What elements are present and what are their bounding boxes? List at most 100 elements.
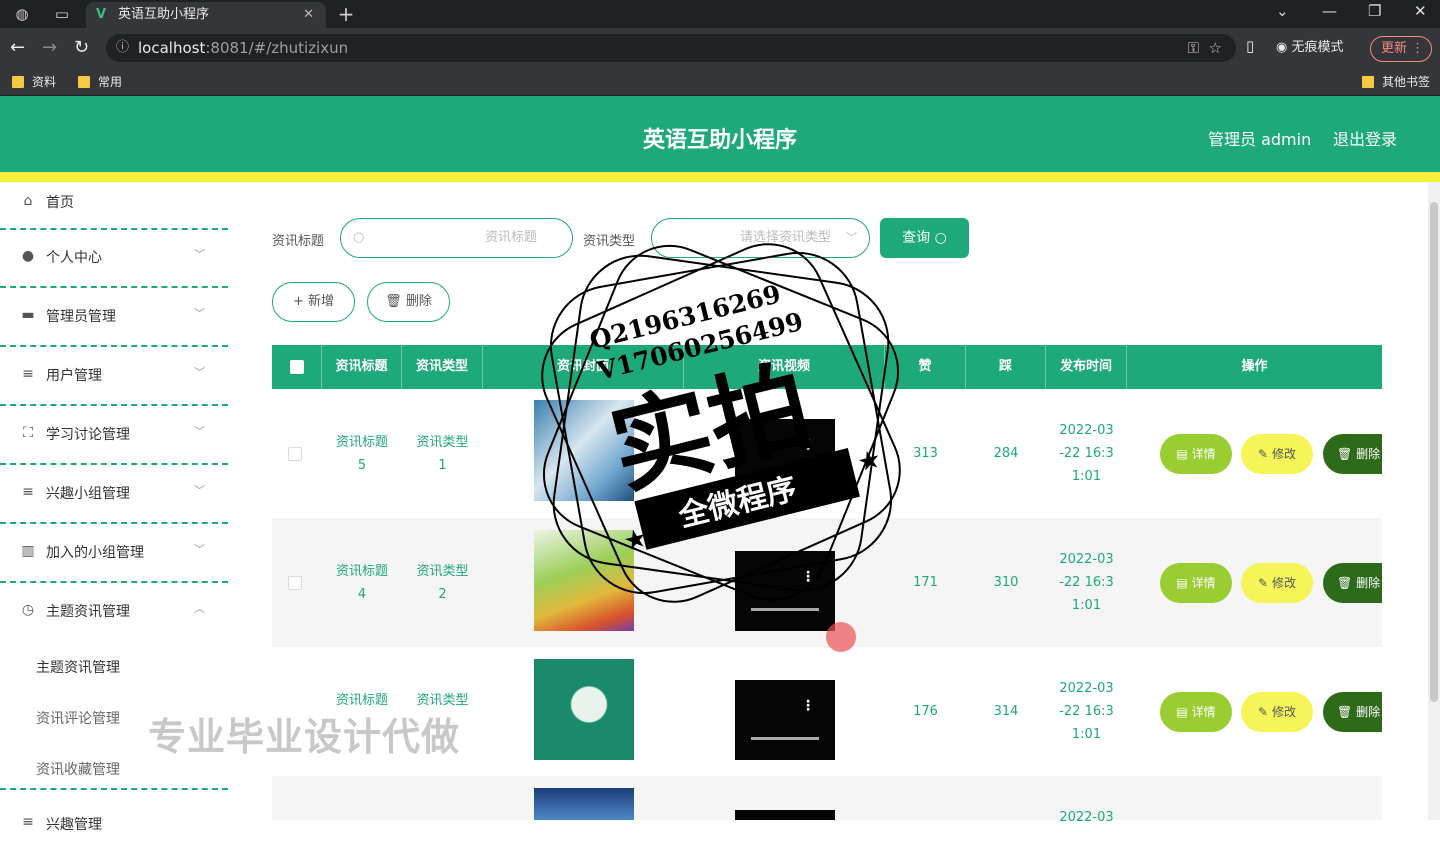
browser-tab[interactable]: V 英语互助小程序 ✕ <box>86 2 326 28</box>
restore-icon[interactable]: ❐ <box>1368 2 1381 20</box>
reload-icon[interactable]: ↻ <box>74 37 89 58</box>
title-cell: 资讯标题 4 <box>322 560 402 606</box>
sidebar-item-home[interactable]: ⌂ 首页 <box>0 182 228 230</box>
delete-button[interactable]: 🗑 删除 <box>1323 434 1382 474</box>
bookmark-folder-ziliao[interactable]: 资料 <box>12 74 56 90</box>
edit-button[interactable]: ✎ 修改 <box>1241 434 1313 474</box>
video-progress-bar[interactable] <box>751 737 819 740</box>
bookmark-folder-changyong[interactable]: 常用 <box>78 74 122 90</box>
vue-logo-icon: V <box>96 7 107 22</box>
sidebar-item-study-discussion[interactable]: ⛶ 学习讨论管理 ﹀ <box>0 407 228 465</box>
title-number: 4 <box>357 587 367 602</box>
delete-label: 删除 <box>405 294 432 309</box>
detail-button[interactable]: ▤ 详情 <box>1160 563 1232 603</box>
news-video-player[interactable]: ⋮ <box>735 680 835 760</box>
likes-cell: 176 <box>913 704 938 719</box>
sub-item-news-comments[interactable]: 资讯评论管理 <box>36 708 120 728</box>
doc-icon: ▤ <box>1176 447 1188 461</box>
tab-list-icon[interactable]: ▭ <box>52 4 72 24</box>
sub-item-news-favorites[interactable]: 资讯收藏管理 <box>36 759 120 779</box>
delete-label: 删除 <box>1356 447 1381 461</box>
sidebar-item-label: 个人中心 <box>46 250 102 266</box>
sidebar-item-label: 学习讨论管理 <box>46 427 130 443</box>
time-line: 1:01 <box>1071 469 1102 484</box>
title-text: 资讯标题 <box>335 564 388 579</box>
dislikes-cell: 310 <box>993 575 1019 590</box>
bulk-delete-button[interactable]: 🗑 删除 <box>367 282 450 322</box>
sidebar-item-admin-management[interactable]: ▬ 管理员管理 ﹀ <box>0 289 228 347</box>
type-number: 2 <box>438 587 447 602</box>
tab-title: 英语互助小程序 <box>118 7 210 22</box>
sidebar-item-more[interactable]: ≡ 兴趣管理 <box>0 792 228 850</box>
globe-icon[interactable]: ◍ <box>12 4 32 24</box>
table-row[interactable]: 2022-03 <box>272 776 1382 825</box>
column-header[interactable]: 资讯标题 <box>322 345 402 389</box>
column-header[interactable]: 踩 <box>966 345 1046 389</box>
sidebar-panel-icon[interactable]: ▯ <box>1246 37 1254 55</box>
detail-button[interactable]: ▤ 详情 <box>1160 692 1232 732</box>
incognito-indicator[interactable]: ◉ 无痕模式 <box>1276 36 1344 60</box>
browser-tab-strip: ◍ ▭ V 英语互助小程序 ✕ + ⌄ — ❐ ✕ <box>0 0 1440 28</box>
chevron-down-icon: ﹀ <box>194 484 205 497</box>
select-all-checkbox[interactable] <box>289 359 304 374</box>
url-host: localhost <box>138 39 206 57</box>
edit-button[interactable]: ✎ 修改 <box>1241 563 1313 603</box>
tab-search-chevron-icon[interactable]: ⌄ <box>1276 2 1289 20</box>
minimize-icon[interactable]: — <box>1322 2 1337 20</box>
other-bookmarks[interactable]: 其他书签 <box>1362 74 1430 90</box>
time-line: 2022-03 <box>1059 552 1114 567</box>
doc-icon: ▤ <box>1176 576 1188 590</box>
edit-button[interactable]: ✎ 修改 <box>1241 692 1313 732</box>
header-accent-bar <box>0 172 1440 182</box>
type-cell: 资讯类型 2 <box>402 560 483 606</box>
close-tab-icon[interactable]: ✕ <box>303 2 314 28</box>
row-checkbox[interactable] <box>288 576 302 590</box>
detail-button[interactable]: ▤ 详情 <box>1160 434 1232 474</box>
row-checkbox[interactable] <box>288 447 302 461</box>
publish-time-cell: 2022-03 -22 16:3 1:01 <box>1046 419 1127 488</box>
key-and-star-icons[interactable]: ⚿ ☆ <box>1188 34 1222 62</box>
chart-bars-icon: ▥ <box>21 543 35 559</box>
logout-link[interactable]: 退出登录 <box>1333 126 1397 150</box>
sidebar-item-interest-groups[interactable]: ≡ 兴趣小组管理 ﹀ <box>0 466 228 524</box>
column-header[interactable]: 资讯类型 <box>402 345 483 389</box>
site-info-icon[interactable]: ⓘ <box>116 34 129 62</box>
delete-label: 删除 <box>1356 576 1381 590</box>
news-cover-image[interactable] <box>534 788 634 820</box>
scrollbar-thumb[interactable] <box>1430 202 1438 702</box>
url-field[interactable]: ⓘ localhost:8081/#/zhutizixun ⚿ ☆ <box>106 34 1236 62</box>
forward-icon[interactable]: → <box>42 37 57 58</box>
trash-icon: 🗑 <box>385 294 402 309</box>
news-cover-image[interactable] <box>534 659 634 760</box>
list-icon: ≡ <box>22 366 34 382</box>
sidebar-item-user-management[interactable]: ≡ 用户管理 ﹀ <box>0 348 228 406</box>
delete-button[interactable]: 🗑 删除 <box>1323 563 1382 603</box>
chevron-down-icon: ﹀ <box>194 307 205 320</box>
more-options-icon[interactable]: ⋮ <box>801 698 815 714</box>
title-text: 资讯标题 <box>335 435 388 450</box>
sub-item-topic-news[interactable]: 主题资讯管理 <box>36 657 120 677</box>
address-bar-row: ← → ↻ ⓘ localhost:8081/#/zhutizixun ⚿ ☆ … <box>0 28 1440 68</box>
photo-stamp-overlay: Q2196316269 V17060256499 实拍 全微程序 ★ ★ <box>541 243 901 603</box>
chevron-down-icon: ﹀ <box>194 248 205 261</box>
delete-button[interactable]: 🗑 删除 <box>1323 692 1382 732</box>
back-icon[interactable]: ← <box>10 37 25 58</box>
sidebar-item-joined-groups[interactable]: ▥ 加入的小组管理 ﹀ <box>0 525 228 583</box>
ticket-icon: ▬ <box>21 307 35 323</box>
star-icon: ★ <box>854 444 884 479</box>
watermark-text: 专业毕业设计代做 <box>148 715 461 759</box>
sidebar-item-personal-center[interactable]: ● 个人中心 ﹀ <box>0 230 228 288</box>
add-button[interactable]: + 新增 <box>272 282 355 322</box>
chevron-down-icon: ﹀ <box>194 366 205 379</box>
new-tab-icon[interactable]: + <box>336 4 356 24</box>
current-user: 管理员 admin <box>1208 130 1312 149</box>
detail-label: 详情 <box>1191 447 1216 461</box>
news-video-player[interactable] <box>735 810 835 820</box>
column-header[interactable]: 发布时间 <box>1046 345 1127 389</box>
update-button[interactable]: 更新 ⋮ <box>1370 36 1432 62</box>
trash-icon: 🗑 <box>1337 705 1353 719</box>
pencil-icon: ✎ <box>1258 705 1269 719</box>
close-window-icon[interactable]: ✕ <box>1414 2 1427 20</box>
sidebar-item-label: 兴趣小组管理 <box>46 486 130 502</box>
page-scrollbar[interactable] <box>1428 182 1440 820</box>
